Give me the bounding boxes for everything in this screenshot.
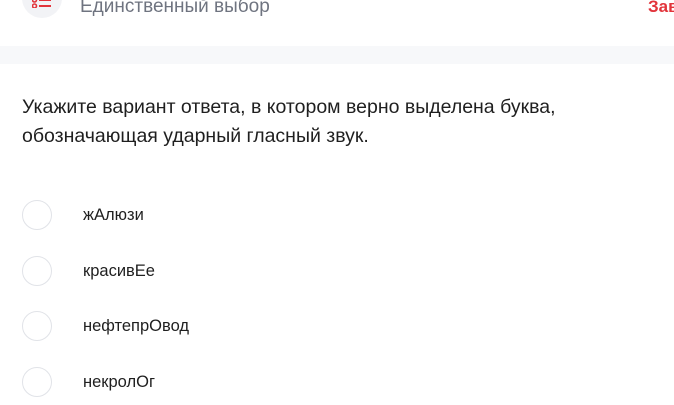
- task-header: Единственный выбор Зав: [0, 0, 674, 46]
- radio-button[interactable]: [22, 200, 52, 230]
- list-icon: [32, 0, 51, 8]
- task-type-icon-badge: [22, 0, 62, 18]
- header-divider: [0, 46, 674, 64]
- question-text: Укажите вариант ответа, в котором верно …: [22, 96, 556, 147]
- answer-option-label: некролОг: [83, 373, 155, 391]
- task-type-title: Единственный выбор: [80, 0, 270, 17]
- radio-button[interactable]: [22, 311, 52, 341]
- radio-button[interactable]: [22, 367, 52, 397]
- answer-option-label: красивЕе: [83, 262, 155, 280]
- radio-button[interactable]: [22, 256, 52, 286]
- finish-button[interactable]: Зав: [648, 0, 674, 17]
- answer-option-label: нефтепрОвод: [83, 317, 190, 335]
- answer-option-label: жАлюзи: [83, 206, 144, 224]
